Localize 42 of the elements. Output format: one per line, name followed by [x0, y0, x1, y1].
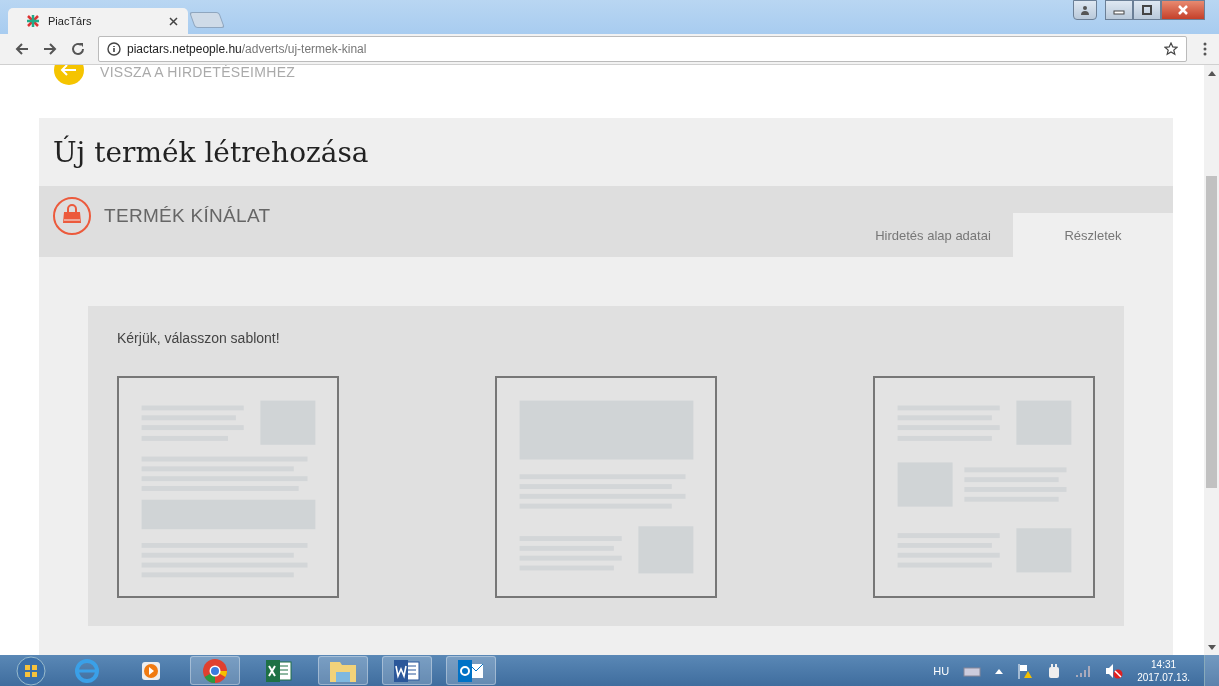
close-icon[interactable]	[169, 16, 178, 26]
close-button[interactable]	[1161, 0, 1205, 20]
template-option[interactable]	[117, 376, 339, 598]
scrollbar-thumb[interactable]	[1206, 176, 1217, 488]
person-icon	[1080, 5, 1090, 15]
restore-icon	[1141, 5, 1153, 15]
template-option[interactable]	[873, 376, 1095, 598]
back-link[interactable]: VISSZA A HIRDETÉSEIMHEZ	[100, 65, 296, 80]
page-title: Új termék létrehozása	[52, 134, 370, 171]
language-indicator[interactable]: HU	[933, 664, 950, 677]
template-prompt: Kérjük, válasszon sablont!	[117, 330, 281, 346]
scrollbar[interactable]	[1204, 65, 1219, 655]
folder-icon[interactable]	[318, 656, 368, 685]
template-option[interactable]	[495, 376, 717, 598]
power-plug-icon[interactable]	[1047, 662, 1062, 679]
flag-warning-icon[interactable]	[1017, 662, 1034, 679]
shopping-bag-icon	[52, 196, 92, 236]
bookmark-star-icon[interactable]	[1164, 42, 1178, 56]
caret-up-icon[interactable]	[995, 667, 1004, 674]
favicon-icon	[26, 14, 40, 28]
back-arrow-icon[interactable]	[14, 41, 30, 57]
tab-title: PiacTárs	[48, 15, 92, 27]
forward-arrow-icon[interactable]	[42, 41, 58, 57]
address-bar[interactable]: piactars.netpeople.hu/adverts/uj-termek-kinal	[98, 36, 1187, 62]
close-icon	[1176, 5, 1190, 15]
section-title: TERMÉK KÍNÁLAT	[104, 205, 271, 227]
step-tab[interactable]: Részletek	[1013, 213, 1173, 257]
browser-tab[interactable]: PiacTárs	[8, 8, 188, 34]
chrome-browser-icon[interactable]	[190, 656, 240, 685]
clock-date[interactable]: 2017.07.13.	[1137, 670, 1190, 684]
keyboard-icon[interactable]	[963, 664, 982, 677]
document-icon[interactable]	[382, 656, 432, 685]
reload-icon[interactable]	[70, 41, 86, 57]
muted-speaker-icon[interactable]	[1105, 662, 1124, 679]
info-icon	[107, 42, 121, 56]
profile-button[interactable]	[1073, 0, 1097, 20]
restore-button[interactable]	[1133, 0, 1161, 20]
menu-icon[interactable]	[1203, 42, 1207, 56]
minimize-button[interactable]	[1105, 0, 1133, 20]
mail-icon[interactable]	[446, 656, 496, 685]
clock-time[interactable]: 14:31	[1151, 657, 1177, 671]
start-orb-icon[interactable]	[14, 655, 48, 686]
